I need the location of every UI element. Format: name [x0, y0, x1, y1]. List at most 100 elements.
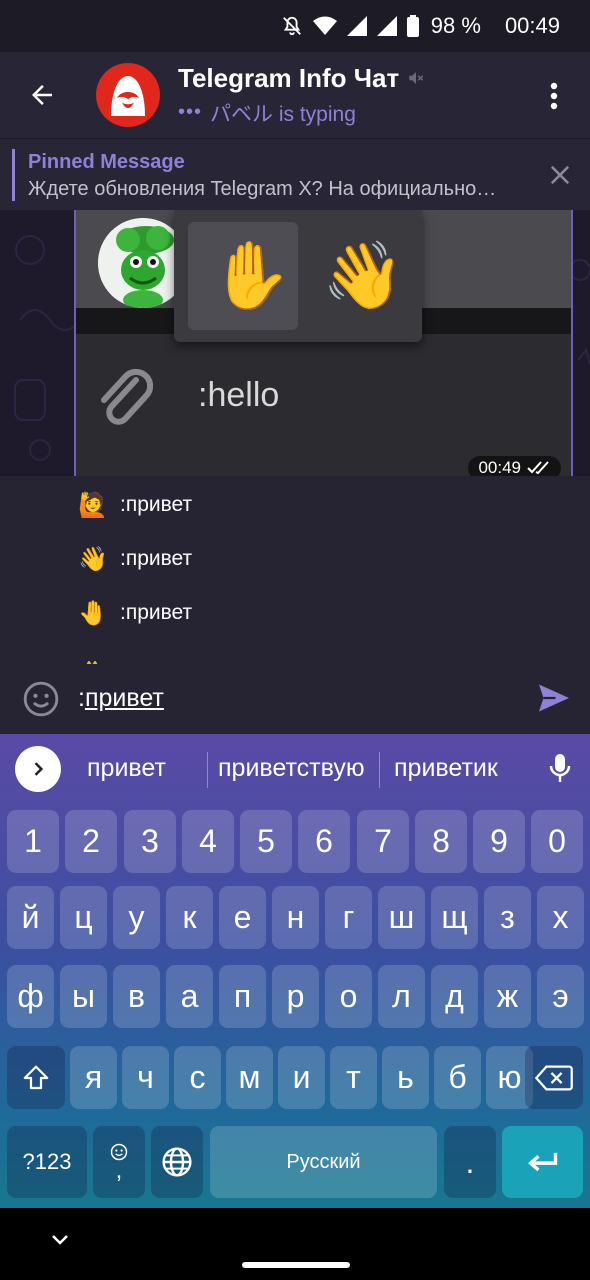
- key-letter[interactable]: п: [219, 965, 266, 1028]
- key-letter[interactable]: щ: [431, 886, 478, 949]
- key-9[interactable]: 9: [473, 810, 525, 873]
- message-input[interactable]: :привет: [78, 684, 164, 713]
- symbols-key[interactable]: ?123: [7, 1126, 87, 1198]
- onscreen-keyboard: привет приветствую приветик 1 2 3 4 5 6 …: [0, 734, 590, 1208]
- period-key[interactable]: .: [444, 1126, 496, 1198]
- backspace-key[interactable]: [525, 1046, 583, 1109]
- pinned-message-bar[interactable]: Pinned Message Ждете обновления Telegram…: [0, 138, 590, 210]
- backspace-icon: [535, 1064, 573, 1091]
- signal-icon: [376, 16, 397, 36]
- typing-status: パベル is typing: [210, 102, 356, 126]
- input-value: привет: [84, 684, 164, 712]
- key-letter[interactable]: ж: [484, 965, 531, 1028]
- key-5[interactable]: 5: [240, 810, 292, 873]
- key-8[interactable]: 8: [415, 810, 467, 873]
- key-letter[interactable]: к: [166, 886, 213, 949]
- key-letter[interactable]: л: [378, 965, 425, 1028]
- voice-input-button[interactable]: [548, 752, 572, 789]
- key-letter[interactable]: с: [174, 1046, 221, 1109]
- send-icon: [539, 684, 569, 712]
- key-letter[interactable]: з: [484, 886, 531, 949]
- key-letter[interactable]: б: [434, 1046, 481, 1109]
- key-letter[interactable]: г: [325, 886, 372, 949]
- wifi-icon: [312, 16, 337, 36]
- person-raising-hand-emoji: 🙋: [78, 491, 108, 519]
- emoji-button[interactable]: [22, 680, 60, 718]
- message-time-badge: 00:49: [468, 456, 561, 476]
- more-vert-icon: [550, 82, 558, 110]
- key-letter[interactable]: е: [219, 886, 266, 949]
- battery-percent: 98 %: [430, 13, 481, 38]
- key-letter[interactable]: т: [330, 1046, 377, 1109]
- key-letter[interactable]: ч: [122, 1046, 169, 1109]
- enter-icon: [527, 1152, 557, 1172]
- language-key[interactable]: [151, 1126, 203, 1198]
- suggestion-divider: [207, 752, 208, 788]
- key-letter[interactable]: э: [537, 965, 584, 1028]
- suggestion-divider: [379, 752, 380, 788]
- key-letter[interactable]: р: [272, 965, 319, 1028]
- keyboard-suggestion[interactable]: приветствую: [218, 754, 365, 783]
- media-message[interactable]: ✋ 👋 :hello 00:49: [74, 210, 573, 476]
- key-1[interactable]: 1: [7, 810, 59, 873]
- key-letter[interactable]: ш: [378, 886, 425, 949]
- keyboard-expand-button[interactable]: [15, 746, 61, 792]
- suggestion-label: :привет: [120, 547, 193, 570]
- partial-suggestion-peek: [82, 654, 102, 664]
- space-key[interactable]: Русский: [210, 1126, 437, 1198]
- key-letter[interactable]: я: [70, 1046, 117, 1109]
- shift-icon: [23, 1065, 49, 1089]
- send-button[interactable]: [536, 680, 576, 718]
- key-letter[interactable]: у: [113, 886, 160, 949]
- key-2[interactable]: 2: [65, 810, 117, 873]
- enter-key[interactable]: [502, 1126, 583, 1198]
- key-letter[interactable]: и: [278, 1046, 325, 1109]
- back-arrow-icon: [32, 85, 52, 105]
- key-letter[interactable]: х: [537, 886, 584, 949]
- key-0[interactable]: 0: [531, 810, 583, 873]
- emoji-suggestion-item[interactable]: 🙋 :привет: [78, 478, 192, 532]
- chat-title[interactable]: Telegram Info Чат: [178, 63, 399, 94]
- key-letter[interactable]: ф: [7, 965, 54, 1028]
- chat-avatar[interactable]: [96, 63, 160, 127]
- key-letter[interactable]: ы: [60, 965, 107, 1028]
- key-letter[interactable]: в: [113, 965, 160, 1028]
- emoji-suggestion-item[interactable]: 🤚 :привет: [78, 586, 192, 640]
- more-options-button[interactable]: [536, 76, 572, 116]
- key-4[interactable]: 4: [182, 810, 234, 873]
- shift-key[interactable]: [7, 1046, 65, 1109]
- raised-back-hand-emoji: 🤚: [78, 599, 108, 627]
- anonymous-mask-icon: [111, 76, 145, 116]
- key-letter[interactable]: ц: [60, 886, 107, 949]
- key-letter[interactable]: н: [272, 886, 319, 949]
- back-button[interactable]: [0, 52, 84, 138]
- key-6[interactable]: 6: [298, 810, 350, 873]
- keyboard-suggestion[interactable]: привет: [87, 754, 166, 783]
- key-3[interactable]: 3: [124, 810, 176, 873]
- key-letter[interactable]: м: [226, 1046, 273, 1109]
- key-letter[interactable]: а: [166, 965, 213, 1028]
- chat-messages-area[interactable]: ✋ 👋 :hello 00:49: [0, 210, 590, 476]
- key-letter[interactable]: о: [325, 965, 372, 1028]
- keyboard-suggestion[interactable]: приветик: [394, 754, 498, 783]
- key-letter[interactable]: д: [431, 965, 478, 1028]
- pinned-title: Pinned Message: [28, 151, 185, 173]
- key-letter[interactable]: ь: [382, 1046, 429, 1109]
- hide-keyboard-button[interactable]: [48, 1232, 72, 1253]
- home-gesture-pill[interactable]: [242, 1262, 350, 1268]
- emoji-comma-key[interactable]: ,: [93, 1126, 145, 1198]
- emoji-suggestion-item[interactable]: 👋 :привет: [78, 532, 192, 586]
- telegram-chat-screen: 98 % 00:49 Telegram Info Чат ••• パベル is …: [0, 0, 590, 1280]
- chevron-right-icon: [34, 762, 44, 776]
- message-hello-text: :hello: [198, 376, 280, 414]
- pinned-text: Ждете обновления Telegram X? На официаль…: [28, 178, 497, 200]
- message-input-bar: :привет: [0, 664, 590, 734]
- close-icon: [550, 165, 570, 185]
- globe-icon: [162, 1147, 192, 1177]
- key-7[interactable]: 7: [357, 810, 409, 873]
- comma-label: ,: [115, 1157, 123, 1184]
- key-letter[interactable]: й: [7, 886, 54, 949]
- keyboard-suggestion-strip: привет приветствую приветик: [0, 734, 590, 806]
- double-check-icon: [527, 461, 549, 475]
- close-pinned-button[interactable]: [546, 161, 574, 189]
